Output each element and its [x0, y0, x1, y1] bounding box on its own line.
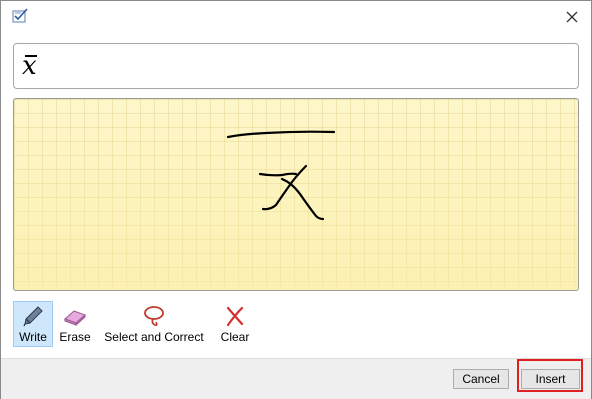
cancel-button[interactable]: Cancel: [453, 369, 509, 389]
writing-canvas[interactable]: [13, 98, 579, 291]
insert-highlight-box: [517, 359, 583, 392]
pen-icon: [23, 306, 43, 327]
close-button[interactable]: [559, 5, 585, 29]
preview-pane: x: [13, 43, 579, 89]
erase-tool-label: Erase: [59, 330, 91, 344]
select-and-correct-tool[interactable]: Select and Correct: [98, 301, 210, 347]
title-bar: [1, 1, 591, 31]
lasso-icon: [144, 306, 164, 326]
math-input-window: x Write Erase Select and Correct Clear C…: [0, 0, 592, 399]
dialog-footer: Cancel Insert: [1, 358, 591, 399]
clear-tool[interactable]: Clear: [216, 301, 254, 347]
write-tool[interactable]: Write: [13, 301, 53, 347]
write-tool-label: Write: [19, 330, 47, 344]
erase-tool[interactable]: Erase: [56, 301, 94, 347]
handwritten-ink: [226, 130, 336, 221]
clear-tool-label: Clear: [220, 330, 250, 344]
eraser-icon: [64, 310, 86, 327]
math-input-icon: [12, 8, 30, 24]
clear-x-icon: [226, 306, 244, 327]
preview-expression: x: [22, 46, 37, 86]
select-and-correct-tool-label: Select and Correct: [104, 330, 204, 344]
overbar: [25, 55, 37, 57]
close-icon: [566, 11, 578, 23]
